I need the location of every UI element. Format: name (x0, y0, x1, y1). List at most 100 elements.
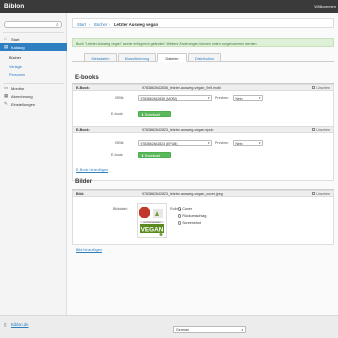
preview-label: Preview: (215, 96, 229, 100)
preview-label: Preview: (215, 141, 229, 145)
role-option-label: Cover (182, 207, 193, 211)
chevron-down-icon: ▾ (258, 96, 261, 101)
sidebar-item-label: Start (11, 37, 20, 42)
preview-select[interactable]: Nein ▾ (233, 95, 263, 101)
breadcrumb: Start › Bücher › Letzter Ausweg vegan (72, 18, 334, 28)
sidebar-item-label: Abrechnung (11, 94, 33, 99)
add-image-link[interactable]: Bild hinzufügen (76, 248, 102, 252)
chevron-down-icon: ▾ (258, 141, 261, 146)
role-option-screenshot[interactable]: Screenshot (178, 221, 201, 225)
sidebar-item-katalog[interactable]: ▤ Katalog (0, 43, 67, 51)
sidebar-subitem-buecher[interactable]: Bücher (9, 56, 21, 60)
preview-select[interactable]: Nein ▾ (233, 140, 263, 146)
cover-image: LETZTER AUSWEG VEGAN (138, 204, 166, 237)
book-icon: ▤ (4, 44, 9, 49)
image-filename: 9783862642823_letzter-ausweg-vegan_cover… (142, 192, 223, 196)
delete-label: Löschen (316, 191, 330, 196)
checkbox-icon (312, 86, 316, 90)
app-title[interactable]: Biblon (4, 3, 24, 10)
cover-title-main: VEGAN (141, 226, 164, 233)
sidebar: ⌕ ⌂ Start ▤ Katalog Bücher Verlage Perso… (0, 13, 67, 315)
ebooks-heading: E-books (75, 75, 99, 81)
delete-label: Löschen (316, 127, 330, 132)
delete-label: Löschen (316, 85, 330, 90)
ebook-file-label: E-book: (111, 112, 124, 116)
role-option-rueckumschlag[interactable]: Rückumschlag (178, 214, 206, 218)
image-file-label: Bilddatei: (113, 207, 128, 211)
ebook-file-label: E-book: (111, 153, 124, 157)
ebook-type-label: E-Book: (76, 86, 90, 90)
cover-thumbnail[interactable]: LETZTER AUSWEG VEGAN (137, 203, 167, 238)
sidebar-item-start[interactable]: ⌂ Start (0, 35, 67, 43)
image-panel: Bild: 9783862642823_letzter-ausweg-vegan… (72, 190, 334, 245)
language-select[interactable]: German ▾ (173, 326, 246, 333)
isbn-value: 9783862642836 (MOBI) (140, 96, 177, 101)
image-type-label: Bild: (76, 192, 84, 196)
cover-title-top: LETZTER AUSWEG (143, 221, 161, 224)
sidebar-item-label: Monitor (11, 86, 25, 91)
download-button[interactable]: ⬇ Download (138, 152, 171, 158)
delete-checkbox[interactable]: Löschen (312, 192, 330, 196)
breadcrumb-start[interactable]: Start (77, 22, 86, 27)
sidebar-item-einstellungen[interactable]: ✎ Einstellungen (0, 100, 67, 108)
footer: ▯ Biblon.de German ▾ (0, 315, 338, 338)
isbn-select[interactable]: 9783862642836 (MOBI) ▾ (138, 95, 212, 101)
breadcrumb-books[interactable]: Bücher (94, 22, 107, 27)
document-icon: ▯ (4, 321, 7, 327)
ebook-panel-header: E-Book: 9783862642836_letzter-ausweg-veg… (73, 85, 333, 91)
ebook-filename: 9783862642823_letzter-ausweg-vegan.epub (142, 128, 214, 132)
ebook-type-label: E-Book: (76, 128, 90, 132)
checkbox-icon (312, 192, 316, 196)
breadcrumb-current: Letzter Ausweg vegan (114, 21, 159, 27)
delete-checkbox[interactable]: Löschen (312, 128, 330, 132)
ebook-panel-2: E-Book: 9783862642823_letzter-ausweg-veg… (72, 126, 334, 181)
main-content: Start › Bücher › Letzter Ausweg vegan Bu… (67, 13, 338, 315)
tab-dateien[interactable]: Dateien (157, 53, 187, 62)
monitor-icon: ▭ (4, 85, 9, 90)
isbn-value: 9783862642823 (EPUB) (140, 141, 178, 146)
preview-value: Nein (235, 96, 243, 101)
preview-value: Nein (235, 141, 243, 146)
sidebar-item-label: Einstellungen (11, 102, 36, 107)
sidebar-subitem-verlage[interactable]: Verlage (9, 65, 22, 69)
image-panel-header: Bild: 9783862642823_letzter-ausweg-vegan… (73, 191, 333, 197)
ebook-filename: 9783862642836_letzter-ausweg-vegan_9x9.m… (142, 86, 221, 90)
welcome-text[interactable]: Willkommen (314, 4, 336, 9)
radio-selected-icon (178, 207, 182, 211)
sidebar-item-abrechnung[interactable]: ▦ Abrechnung (0, 92, 67, 100)
sidebar-subitem-personen[interactable]: Personen (9, 73, 25, 77)
tab-distribution[interactable]: Distribution (188, 53, 221, 62)
checkbox-icon (312, 128, 316, 132)
sidebar-item-label: Katalog (11, 45, 25, 50)
calculator-icon: ▦ (4, 93, 9, 98)
chevron-down-icon: ▾ (207, 141, 210, 146)
top-bar: Biblon Willkommen (0, 0, 338, 13)
images-heading: Bilder (75, 179, 93, 185)
breadcrumb-separator: › (109, 21, 111, 27)
role-option-label: Screenshot (182, 221, 201, 225)
download-label: Download (144, 112, 160, 117)
wrench-icon: ✎ (4, 101, 8, 106)
breadcrumb-separator: › (89, 21, 91, 27)
download-button[interactable]: ⬇ Download (138, 111, 171, 117)
role-option-cover[interactable]: Cover (178, 207, 192, 211)
success-alert: Buch "Letzter Ausweg vegan" wurde erfolg… (72, 38, 334, 47)
chevron-down-icon: ▾ (241, 328, 243, 332)
add-ebook-link[interactable]: E-Book hinzufügen (76, 168, 108, 172)
role-option-label: Rückumschlag (182, 214, 207, 218)
language-value: German (176, 328, 189, 332)
search-input[interactable]: ⌕ (4, 21, 62, 28)
download-label: Download (144, 153, 160, 158)
ebook-panel-header: E-Book: 9783862642823_letzter-ausweg-veg… (73, 127, 333, 133)
delete-checkbox[interactable]: Löschen (312, 86, 330, 90)
isbn-label: ISBN: (115, 96, 125, 100)
isbn-label: ISBN: (115, 141, 125, 145)
chevron-down-icon: ▾ (207, 96, 210, 101)
radio-icon (178, 221, 182, 225)
isbn-select[interactable]: 9783862642823 (EPUB) ▾ (138, 140, 212, 146)
sidebar-item-monitor[interactable]: ▭ Monitor (0, 84, 67, 92)
footer-link[interactable]: Biblon.de (11, 322, 28, 327)
sidebar-divider (3, 32, 64, 33)
search-icon[interactable]: ⌕ (56, 22, 59, 28)
home-icon: ⌂ (4, 36, 7, 41)
